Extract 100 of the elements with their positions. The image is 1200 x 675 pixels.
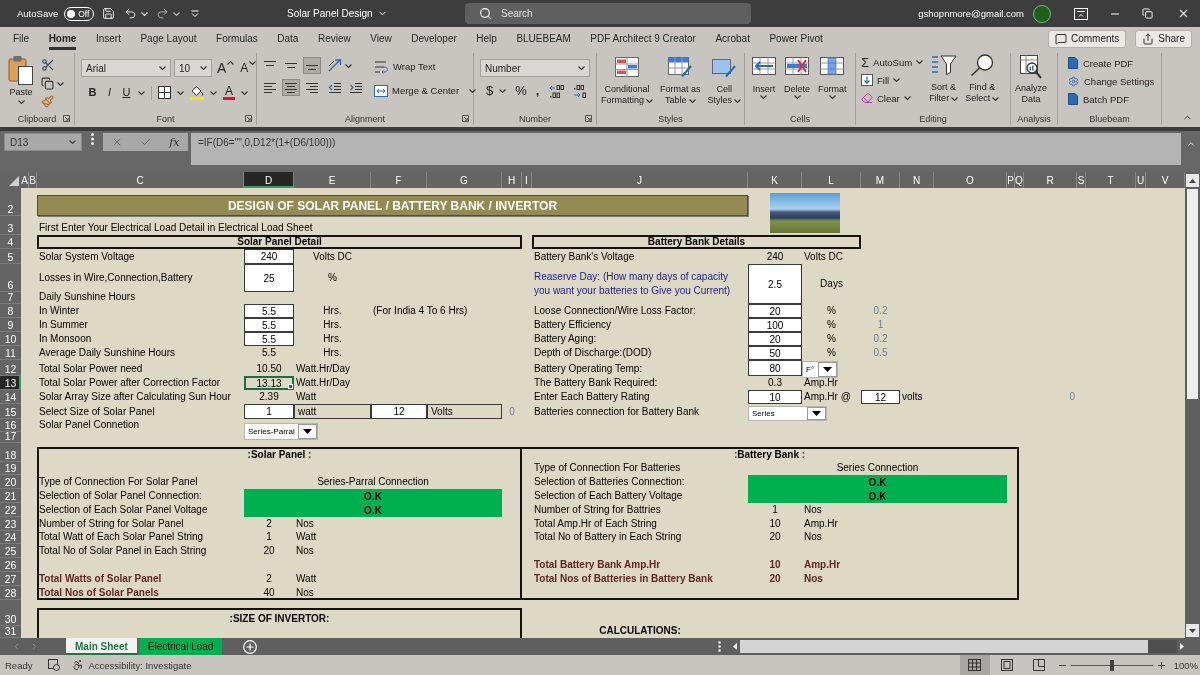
input-cell[interactable]: 80 xyxy=(748,360,802,376)
column-header[interactable]: E xyxy=(294,172,371,188)
ribbon-tab[interactable]: PDF Architect 9 Creator xyxy=(590,27,696,50)
number-format-combo[interactable]: Number xyxy=(480,59,590,77)
decrease-decimal-icon[interactable] xyxy=(573,84,589,98)
align-center-button[interactable] xyxy=(282,79,300,96)
avatar-icon[interactable] xyxy=(1033,4,1051,23)
dialog-launcher-icon[interactable] xyxy=(63,115,70,122)
document-title[interactable]: Solar Panel Design xyxy=(287,8,373,19)
cell-styles-button[interactable]: Cell Styles xyxy=(706,57,743,106)
indent-decrease-icon[interactable] xyxy=(328,81,342,94)
formula-input[interactable]: =IF(D6="",0,D12*(1+(D6/100))) xyxy=(191,133,1181,165)
input-cell[interactable]: 20 xyxy=(748,304,802,318)
ribbon-tab[interactable]: Review xyxy=(317,27,351,50)
sort-filter-button[interactable]: Sort & Filter xyxy=(928,54,960,104)
zoom-level[interactable]: 100% xyxy=(1173,659,1198,671)
row-header[interactable]: 21 xyxy=(0,489,21,503)
column-header[interactable]: O xyxy=(934,172,1007,188)
row-header[interactable]: 7 xyxy=(0,292,21,304)
dropdown[interactable]: F° xyxy=(802,361,838,378)
font-color-button[interactable]: A xyxy=(223,85,235,100)
plus-circle-icon[interactable] xyxy=(243,639,258,654)
input-cell[interactable]: 12 xyxy=(861,390,900,404)
search-field[interactable]: Search xyxy=(465,3,751,24)
column-header[interactable]: F xyxy=(371,172,427,188)
ribbon-tab[interactable]: Data xyxy=(277,27,299,50)
scissors-icon[interactable] xyxy=(41,58,55,72)
sheet-tab[interactable]: Electrical Load xyxy=(138,638,223,655)
row-header[interactable]: 14 xyxy=(0,390,21,404)
row-header[interactable]: 24 xyxy=(0,531,21,544)
comments-button[interactable]: Comments xyxy=(1047,29,1127,48)
minus-icon[interactable] xyxy=(1058,664,1066,666)
scroll-up-button[interactable] xyxy=(1186,174,1199,187)
input-cell[interactable]: 100 xyxy=(748,318,802,332)
column-header[interactable]: I xyxy=(522,172,532,188)
insert-function-button[interactable]: fx xyxy=(169,135,180,149)
caret-icon[interactable] xyxy=(57,81,64,86)
ribbon-tab[interactable]: Insert xyxy=(95,27,121,50)
format-as-table-button[interactable]: Format as Table xyxy=(659,57,702,106)
row-header[interactable]: 9 xyxy=(0,318,21,332)
create-pdf-button[interactable]: Create PDF xyxy=(1068,56,1134,70)
zoom-slider-thumb[interactable] xyxy=(1109,659,1114,671)
column-header[interactable]: R xyxy=(1024,172,1077,188)
row-header[interactable]: 23 xyxy=(0,517,21,531)
column-header[interactable]: V xyxy=(1146,172,1185,188)
plus-icon[interactable] xyxy=(1157,661,1165,669)
caret-icon[interactable] xyxy=(469,88,477,93)
ribbon-tab[interactable]: Acrobat xyxy=(715,27,750,50)
close-icon[interactable] xyxy=(1177,7,1190,20)
format-button[interactable]: Format xyxy=(817,57,848,99)
font-name-combo[interactable]: Arial xyxy=(81,59,171,77)
ribbon-tab[interactable]: Formulas xyxy=(216,27,258,50)
input-cell[interactable]: 2.5 xyxy=(748,264,802,304)
column-header[interactable]: C xyxy=(37,172,244,188)
input-cell[interactable]: 5.5 xyxy=(244,304,294,318)
active-cell[interactable]: 13.13 xyxy=(244,376,294,390)
row-header[interactable]: 31 xyxy=(0,626,21,638)
dropdown[interactable]: Series-Parral xyxy=(244,423,318,440)
borders-icon[interactable] xyxy=(158,86,171,99)
ribbon-tab[interactable]: Help xyxy=(476,27,497,50)
underline-button[interactable]: U xyxy=(121,86,132,99)
find-select-button[interactable]: Find & Select xyxy=(964,54,1001,104)
vertical-dots-icon[interactable] xyxy=(91,133,94,145)
column-header[interactable]: G xyxy=(427,172,502,188)
save-icon[interactable] xyxy=(102,7,116,20)
delete-button[interactable]: Delete xyxy=(783,57,811,99)
bold-button[interactable]: B xyxy=(87,86,98,99)
input-cell[interactable]: 240 xyxy=(244,249,294,264)
sheet-tab[interactable]: Main Sheet xyxy=(66,638,137,655)
column-header[interactable]: J xyxy=(532,172,748,188)
row-header[interactable]: 25 xyxy=(0,544,21,558)
column-header[interactable]: T xyxy=(1086,172,1136,188)
caret-icon[interactable] xyxy=(177,90,184,95)
scrollbar-thumb[interactable] xyxy=(740,640,1148,653)
caret-icon[interactable] xyxy=(345,63,352,68)
undo-icon[interactable] xyxy=(124,7,138,20)
ribbon-tab[interactable]: File xyxy=(13,27,30,50)
change-settings-button[interactable]: Change Settings xyxy=(1068,74,1155,88)
comma-style-button[interactable]: , xyxy=(535,84,540,98)
input-cell[interactable]: 10 xyxy=(748,390,802,404)
dropdown[interactable]: Series xyxy=(748,406,827,421)
italic-button[interactable]: I xyxy=(104,86,115,99)
macro-record-icon[interactable] xyxy=(48,659,61,671)
row-header[interactable]: 20 xyxy=(0,475,21,489)
insert-button[interactable]: Insert xyxy=(751,57,777,99)
row-header[interactable]: 8 xyxy=(0,304,21,318)
caret-icon[interactable] xyxy=(499,89,507,93)
ribbon-display-icon[interactable] xyxy=(1074,7,1088,20)
diagonal-arrow-icon[interactable] xyxy=(328,59,342,72)
row-header[interactable]: 11 xyxy=(0,346,21,360)
currency-button[interactable]: $ xyxy=(486,84,494,98)
autosum-button[interactable]: Σ AutoSum xyxy=(861,54,924,70)
column-header[interactable]: L xyxy=(802,172,861,188)
wrap-text-button[interactable]: Wrap Text xyxy=(374,58,477,75)
column-header[interactable]: H xyxy=(502,172,522,188)
input-cell[interactable]: 25 xyxy=(244,264,294,292)
caret-icon[interactable] xyxy=(173,11,181,16)
column-header[interactable]: P xyxy=(1007,172,1015,188)
caret-icon[interactable] xyxy=(138,90,145,95)
shrink-font-button[interactable]: A xyxy=(240,61,257,75)
